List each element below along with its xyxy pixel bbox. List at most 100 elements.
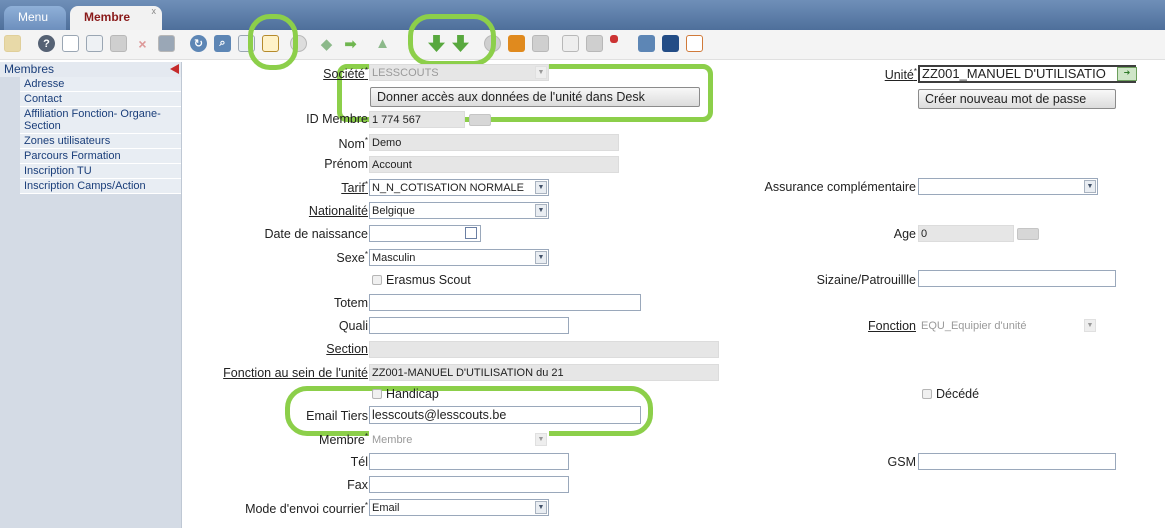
fonction-value: EQU_Equipier d'unité xyxy=(921,320,1027,332)
chevron-down-icon: ▼ xyxy=(1084,319,1096,332)
nationalite-select[interactable]: Belgique ▼ xyxy=(369,202,549,219)
sizaine-field[interactable] xyxy=(918,270,1116,287)
archive-icon[interactable] xyxy=(110,35,127,52)
sidebar-item-contact[interactable]: Contact xyxy=(20,92,181,107)
lookup-icon[interactable] xyxy=(1017,228,1039,240)
save-icon[interactable] xyxy=(158,35,175,52)
prenom-field[interactable]: Account xyxy=(369,156,619,173)
tarif-select[interactable]: N_N_COTISATION NORMALE ▼ xyxy=(369,179,549,196)
lookup-icon[interactable] xyxy=(469,114,491,126)
sexe-select[interactable]: Masculin ▼ xyxy=(369,249,549,266)
fax-field[interactable] xyxy=(369,476,569,493)
sidebar-item-affiliation[interactable]: Affiliation Fonction- Organe-Section xyxy=(20,107,181,134)
refresh-icon[interactable]: ↻ xyxy=(190,35,207,52)
erasmus-checkbox[interactable]: Erasmus Scout xyxy=(372,273,471,287)
unite-field[interactable]: ZZ001_MANUEL D'UTILISATIO xyxy=(918,65,1136,83)
chart-icon[interactable] xyxy=(686,35,703,52)
sexe-value: Masculin xyxy=(372,252,416,264)
quali-label: Quali xyxy=(338,319,368,333)
decede-checkbox[interactable]: Décédé xyxy=(922,387,979,401)
delete-icon[interactable]: × xyxy=(134,35,151,52)
societe-select[interactable]: LESSCOUTS ▼ xyxy=(369,64,549,81)
email-tiers-field[interactable]: lesscouts@lesscouts.be xyxy=(369,406,641,424)
fonction-select[interactable]: EQU_Equipier d'unité ▼ xyxy=(918,317,1098,334)
sidebar-item-inscription-tu[interactable]: Inscription TU xyxy=(20,164,181,179)
download-icon[interactable] xyxy=(428,35,445,52)
tab-menu[interactable]: Menu xyxy=(4,6,66,30)
tab-bar: Menu Membre x xyxy=(0,0,1165,30)
sidebar-item-inscription-camps[interactable]: Inscription Camps/Action xyxy=(20,179,181,194)
sexe-label: Sexe* xyxy=(336,250,368,266)
creer-mot-de-passe-button[interactable]: Créer nouveau mot de passe xyxy=(918,89,1116,109)
section-label: Section xyxy=(326,342,368,356)
tab-membre[interactable]: Membre x xyxy=(70,6,162,30)
sidebar-title[interactable]: Membres xyxy=(0,62,181,77)
previous-record-icon[interactable]: ◆ xyxy=(318,35,335,53)
assurance-select[interactable]: ▼ xyxy=(918,178,1098,195)
help-icon[interactable]: ? xyxy=(38,35,55,52)
quali-field[interactable] xyxy=(369,317,569,334)
membre-select[interactable]: Membre ▼ xyxy=(369,431,549,448)
next-record-icon[interactable]: ➡ xyxy=(342,35,359,53)
history-icon[interactable] xyxy=(290,35,307,52)
chevron-down-icon: ▼ xyxy=(535,501,547,514)
download-all-icon[interactable] xyxy=(452,35,469,52)
decede-label: Décédé xyxy=(936,387,980,401)
zoom-icon[interactable] xyxy=(586,35,603,52)
sidebar-item-zones[interactable]: Zones utilisateurs xyxy=(20,134,181,149)
membre-label: Membre* xyxy=(319,432,368,448)
chevron-down-icon: ▼ xyxy=(535,66,547,79)
key-icon[interactable] xyxy=(4,35,21,52)
email-tiers-label: Email Tiers xyxy=(306,409,368,423)
chevron-down-icon: ▼ xyxy=(535,181,547,194)
new-document-icon[interactable] xyxy=(62,35,79,52)
donner-acces-button[interactable]: Donner accès aux données de l'unité dans… xyxy=(370,87,700,107)
handicap-label: Handicap xyxy=(386,387,439,401)
copy-document-icon[interactable] xyxy=(86,35,103,52)
assurance-label: Assurance complémentaire xyxy=(764,180,916,194)
fonction-label: Fonction xyxy=(868,319,916,333)
gsm-field[interactable] xyxy=(918,453,1116,470)
sidebar-item-adresse[interactable]: Adresse xyxy=(20,77,181,92)
handicap-checkbox[interactable]: Handicap xyxy=(372,387,439,401)
print-icon[interactable] xyxy=(532,35,549,52)
sidebar-item-parcours[interactable]: Parcours Formation xyxy=(20,149,181,164)
checkbox-icon xyxy=(372,389,382,399)
attach-icon[interactable] xyxy=(484,35,501,52)
mode-envoi-select[interactable]: Email ▼ xyxy=(369,499,549,516)
lock-icon[interactable] xyxy=(562,35,579,52)
grid-view-icon[interactable] xyxy=(262,35,279,52)
erasmus-label: Erasmus Scout xyxy=(386,273,471,287)
checkbox-icon xyxy=(372,275,382,285)
mode-envoi-label: Mode d'envoi courrier* xyxy=(245,501,368,517)
calendar-icon[interactable] xyxy=(465,227,477,239)
tab-close-icon[interactable]: x xyxy=(152,6,157,16)
sidebar-title-label: Membres xyxy=(4,62,55,76)
tel-field[interactable] xyxy=(369,453,569,470)
gsm-label: GSM xyxy=(887,455,916,469)
nationalite-value: Belgique xyxy=(372,205,415,217)
prenom-label: Prénom xyxy=(324,157,368,171)
first-record-icon[interactable]: ▲ xyxy=(374,35,391,52)
chat-icon[interactable] xyxy=(638,35,655,52)
help-book-icon[interactable] xyxy=(662,35,679,52)
flag-icon[interactable] xyxy=(610,35,618,43)
tarif-value: N_N_COTISATION NORMALE xyxy=(372,182,524,194)
societe-label: Société* xyxy=(323,66,368,82)
membre-value: Membre xyxy=(372,434,413,446)
collapse-icon[interactable] xyxy=(170,64,179,74)
section-field[interactable] xyxy=(369,341,719,358)
form-view-icon[interactable] xyxy=(238,35,255,52)
age-field: 0 xyxy=(918,225,1014,242)
tel-label: Tél xyxy=(350,455,368,469)
totem-field[interactable] xyxy=(369,294,641,311)
fonction-unite-field[interactable]: ZZ001-MANUEL D'UTILISATION du 21 xyxy=(369,364,719,381)
id-membre-label: ID Membre xyxy=(306,112,368,126)
fonction-unite-label: Fonction au sein de l'unité xyxy=(223,366,368,380)
tarif-label: Tarif* xyxy=(341,180,368,196)
nom-field[interactable]: Demo xyxy=(369,134,619,151)
report-icon[interactable] xyxy=(508,35,525,52)
nom-label: Nom* xyxy=(338,136,368,152)
search-icon[interactable]: ⌕ xyxy=(214,35,231,52)
go-arrow-icon[interactable]: ➜ xyxy=(1117,67,1137,81)
